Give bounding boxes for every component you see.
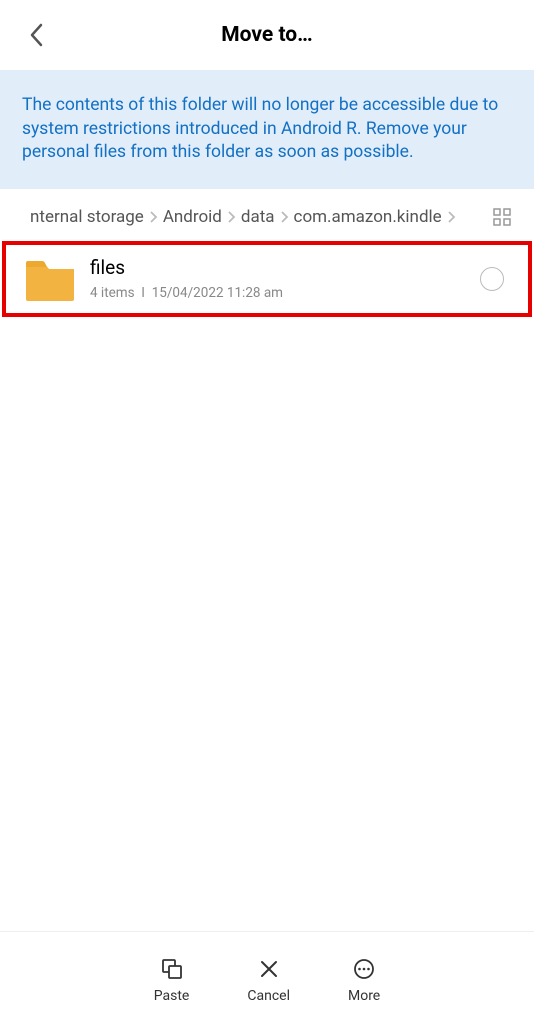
folder-meta: 4 items I 15/04/2022 11:28 am [90, 285, 480, 301]
more-icon [352, 957, 376, 981]
folder-list: files 4 items I 15/04/2022 11:28 am [0, 241, 534, 931]
chevron-right-icon [447, 210, 456, 224]
grid-icon [493, 208, 511, 226]
folder-name: files [90, 256, 480, 279]
paste-button[interactable]: Paste [154, 957, 190, 1004]
breadcrumb: nternal storage Android data com.amazon.… [30, 207, 480, 227]
chevron-left-icon [29, 23, 43, 47]
folder-row[interactable]: files 4 items I 15/04/2022 11:28 am [2, 241, 532, 317]
chevron-right-icon [227, 210, 236, 224]
bottom-toolbar: Paste Cancel More [0, 931, 534, 1028]
back-button[interactable] [22, 21, 50, 49]
breadcrumb-item[interactable]: nternal storage [30, 207, 144, 227]
cancel-button[interactable]: Cancel [247, 957, 290, 1004]
cancel-label: Cancel [247, 988, 290, 1004]
paste-label: Paste [154, 988, 190, 1004]
folder-info: files 4 items I 15/04/2022 11:28 am [90, 256, 480, 301]
folder-timestamp: 15/04/2022 11:28 am [152, 285, 283, 301]
breadcrumb-item[interactable]: data [241, 207, 275, 227]
breadcrumb-item[interactable]: com.amazon.kindle [294, 207, 442, 227]
folder-icon [24, 255, 76, 303]
paste-icon [160, 957, 184, 981]
page-title: Move to… [0, 23, 534, 47]
more-label: More [348, 988, 380, 1004]
chevron-right-icon [149, 210, 158, 224]
chevron-right-icon [280, 210, 289, 224]
more-button[interactable]: More [348, 957, 380, 1004]
view-toggle-button[interactable] [492, 207, 512, 227]
breadcrumb-item[interactable]: Android [163, 207, 222, 227]
header: Move to… [0, 0, 534, 70]
folder-item-count: 4 items [90, 285, 135, 301]
warning-banner: The contents of this folder will no long… [0, 70, 534, 189]
banner-text: The contents of this folder will no long… [22, 95, 498, 162]
close-icon [257, 957, 281, 981]
select-checkbox[interactable] [480, 267, 504, 291]
breadcrumb-row: nternal storage Android data com.amazon.… [0, 189, 534, 241]
